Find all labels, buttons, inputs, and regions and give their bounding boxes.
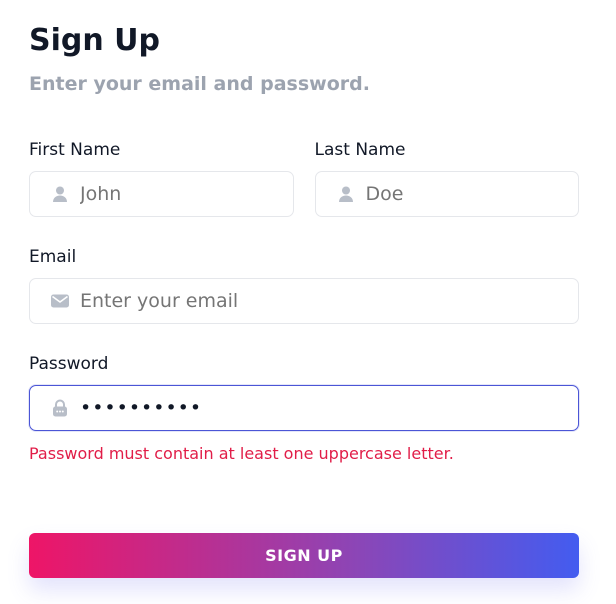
password-error-message: Password must contain at least one upper… <box>29 444 454 463</box>
email-input-wrap <box>29 278 579 324</box>
signup-page: Sign Up Enter your email and password. F… <box>0 0 616 604</box>
user-icon <box>336 184 356 204</box>
email-label: Email <box>29 247 77 267</box>
last-name-input-wrap <box>314 171 579 217</box>
password-label: Password <box>29 354 109 374</box>
email-section: Email <box>29 246 579 324</box>
page-subtitle: Enter your email and password. <box>29 73 370 95</box>
page-title: Sign Up <box>29 23 161 58</box>
password-section: Password Password must contain at least … <box>29 353 579 464</box>
password-input-wrap <box>29 385 579 431</box>
first-name-field: First Name <box>29 139 294 217</box>
first-name-input-wrap <box>29 171 294 217</box>
last-name-input[interactable] <box>365 183 578 205</box>
name-row: First Name Last Name <box>29 139 579 217</box>
mail-icon <box>50 291 70 311</box>
sign-up-button[interactable]: SIGN UP <box>29 533 579 578</box>
user-icon <box>50 184 70 204</box>
last-name-field: Last Name <box>314 139 579 217</box>
email-input[interactable] <box>80 290 578 312</box>
first-name-label: First Name <box>29 140 121 160</box>
password-input[interactable] <box>80 397 578 419</box>
first-name-input[interactable] <box>80 183 293 205</box>
last-name-label: Last Name <box>314 140 406 160</box>
lock-icon <box>50 398 70 418</box>
